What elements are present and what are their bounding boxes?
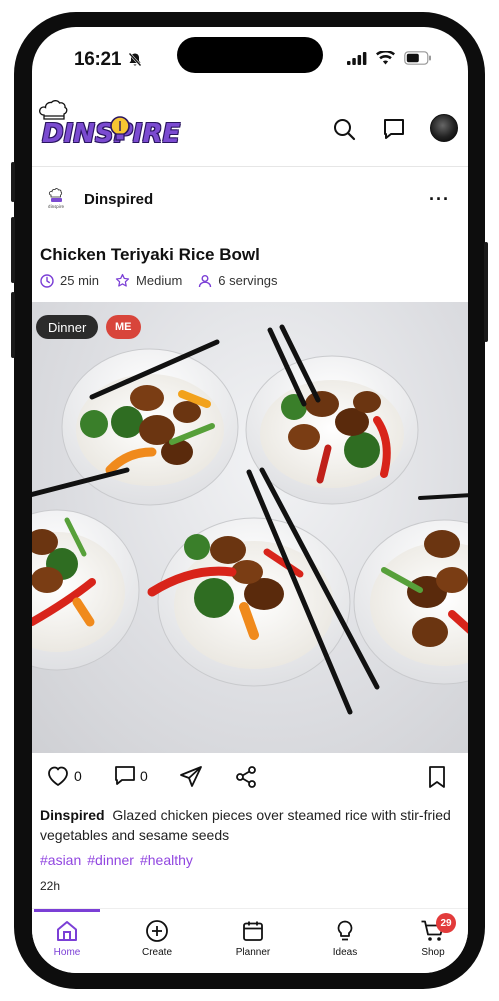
caption-author[interactable]: Dinspired <box>40 807 105 823</box>
post-age: 22h <box>40 879 61 893</box>
bookmark-icon[interactable] <box>426 765 448 789</box>
app-screen: 16:21 DINSPIRE dinspire Dinspired ··· Ch… <box>32 27 468 973</box>
nav-create-label: Create <box>141 947 172 958</box>
post-caption: Dinspired Glazed chicken pieces over ste… <box>40 805 460 845</box>
meta-time-label: 25 min <box>60 273 100 288</box>
clock-icon <box>40 273 54 288</box>
wifi-icon <box>376 51 395 65</box>
comment-count: 0 <box>140 768 148 784</box>
author-avatar[interactable]: dinspire <box>42 186 70 214</box>
nav-home[interactable]: Home <box>32 919 102 958</box>
dinspire-logo[interactable]: DINSPIRE <box>38 99 180 163</box>
plus-circle-icon <box>146 920 168 942</box>
comment-button[interactable]: 0 <box>114 765 148 787</box>
meta-servings-label: 6 servings <box>218 273 278 288</box>
chef-hat-icon <box>39 100 68 120</box>
search-icon[interactable] <box>332 117 356 141</box>
signal-icon <box>347 51 367 65</box>
app-header: DINSPIRE <box>32 89 468 167</box>
active-tab-indicator <box>34 909 100 912</box>
recipe-title: Chicken Teriyaki Rice Bowl <box>40 245 260 264</box>
nav-shop-label: Shop <box>421 947 445 958</box>
post-actions: 0 0 <box>32 761 468 797</box>
like-count: 0 <box>74 768 82 784</box>
rice-bowls-illustration <box>32 324 468 715</box>
meta-servings: 6 servings <box>198 273 278 288</box>
hashtag-healthy[interactable]: #healthy <box>140 852 193 868</box>
lightbulb-icon <box>337 920 353 941</box>
silent-bell-icon <box>128 52 142 67</box>
nav-planner-label: Planner <box>235 947 271 958</box>
nav-home-label: Home <box>53 947 81 958</box>
home-icon <box>57 921 77 941</box>
status-time: 16:21 <box>74 49 122 70</box>
like-button[interactable]: 0 <box>46 765 82 787</box>
more-options-icon[interactable]: ··· <box>429 189 450 210</box>
dynamic-island <box>177 37 323 73</box>
hashtag-asian[interactable]: #asian <box>40 852 81 868</box>
nav-planner[interactable]: Planner <box>218 919 288 958</box>
bottom-nav: Home Create Planner Ideas 29 Shop <box>32 908 468 973</box>
status-icons <box>347 51 432 65</box>
post-author-row: dinspire Dinspired ··· <box>32 167 468 233</box>
profile-avatar[interactable] <box>430 114 458 142</box>
hashtags: #asian #dinner #healthy <box>40 852 193 868</box>
svg-text:dinspire: dinspire <box>48 204 64 209</box>
nav-ideas[interactable]: Ideas <box>310 919 380 958</box>
nav-create[interactable]: Create <box>122 919 192 958</box>
volume-down-button <box>11 292 15 358</box>
recipe-meta: 25 min Medium 6 servings <box>40 273 278 288</box>
heart-icon <box>48 766 68 786</box>
meta-difficulty: Medium <box>115 273 182 288</box>
status-bar: 16:21 <box>32 27 468 89</box>
calendar-icon <box>243 921 263 941</box>
send-icon[interactable] <box>179 765 203 789</box>
author-name[interactable]: Dinspired <box>84 191 153 208</box>
hashtag-dinner[interactable]: #dinner <box>87 852 134 868</box>
meta-time: 25 min <box>40 273 99 288</box>
lightbulb-logo-icon <box>110 116 130 141</box>
power-button <box>484 242 488 342</box>
meta-difficulty-label: Medium <box>136 273 183 288</box>
category-tag[interactable]: Dinner <box>36 315 99 339</box>
comment-icon <box>115 766 135 785</box>
cuisine-tag[interactable]: ME <box>106 315 141 339</box>
star-icon <box>115 273 130 287</box>
messages-icon[interactable] <box>382 117 406 141</box>
mute-switch <box>11 162 15 202</box>
recipe-photo[interactable]: Dinner ME <box>32 302 468 753</box>
nav-ideas-label: Ideas <box>332 947 358 958</box>
nav-shop[interactable]: 29 Shop <box>398 913 468 958</box>
user-icon <box>199 274 212 287</box>
share-icon[interactable] <box>234 765 258 789</box>
cart-badge: 29 <box>436 913 456 933</box>
volume-up-button <box>11 217 15 283</box>
battery-icon <box>404 51 431 65</box>
